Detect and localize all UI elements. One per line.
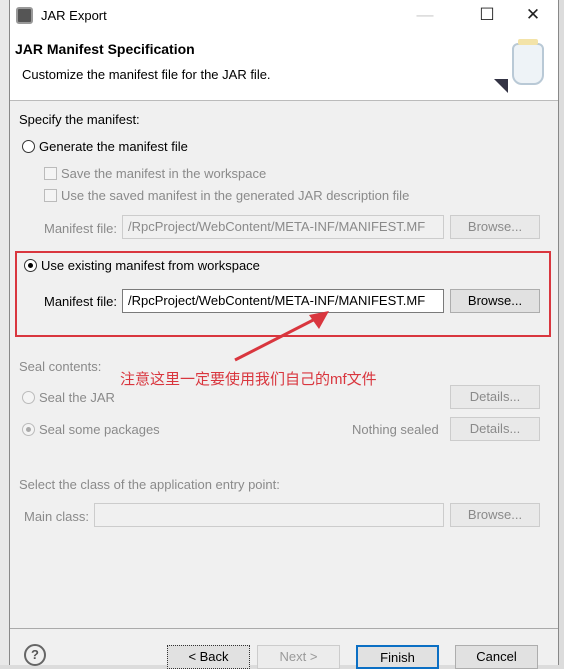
- browse-button[interactable]: Browse...: [450, 215, 540, 239]
- details-button[interactable]: Details...: [450, 385, 540, 409]
- seal-packages-radio[interactable]: Seal some packages: [22, 422, 160, 437]
- radio-label: Use existing manifest from workspace: [41, 258, 260, 273]
- seal-jar-radio[interactable]: Seal the JAR: [22, 390, 115, 405]
- page-title: JAR Manifest Specification: [15, 41, 195, 57]
- radio-icon: [24, 259, 37, 272]
- radio-icon: [22, 423, 35, 436]
- radio-icon: [22, 391, 35, 404]
- annotation-arrow-icon: [234, 311, 329, 362]
- browse-button[interactable]: Browse...: [450, 503, 540, 527]
- checkbox-label: Use the saved manifest in the generated …: [61, 188, 410, 203]
- generate-manifest-radio[interactable]: Generate the manifest file: [22, 139, 188, 154]
- checkbox-label: Save the manifest in the workspace: [61, 166, 267, 181]
- close-button[interactable]: ✕: [518, 5, 548, 25]
- annotation-text: 注意这里一定要使用我们自己的mf文件: [120, 371, 377, 388]
- radio-label: Generate the manifest file: [39, 139, 188, 154]
- back-button[interactable]: < Back: [167, 645, 250, 669]
- wizard-header: JAR Manifest Specification Customize the…: [10, 31, 558, 101]
- radio-icon: [22, 140, 35, 153]
- next-button[interactable]: Next >: [257, 645, 340, 669]
- footer-divider: [10, 628, 558, 629]
- manifest-file-label: Manifest file:: [44, 294, 117, 309]
- minimize-button[interactable]: —: [410, 5, 440, 25]
- finish-button[interactable]: Finish: [356, 645, 439, 669]
- background-window: [0, 0, 9, 665]
- window-title: JAR Export: [41, 8, 107, 23]
- manifest-file-label: Manifest file:: [44, 221, 117, 236]
- save-manifest-checkbox[interactable]: Save the manifest in the workspace: [44, 166, 266, 181]
- seal-status: Nothing sealed: [352, 422, 439, 437]
- jar-icon: [512, 39, 544, 85]
- maximize-button[interactable]: ☐: [472, 5, 502, 25]
- checkbox-icon: [44, 167, 57, 180]
- banner-triangle-icon: [494, 79, 508, 93]
- eclipse-icon: [16, 7, 33, 24]
- checkbox-icon: [44, 189, 57, 202]
- browse-button[interactable]: Browse...: [450, 289, 540, 313]
- use-existing-manifest-radio[interactable]: Use existing manifest from workspace: [24, 258, 260, 273]
- entry-point-label: Select the class of the application entr…: [19, 477, 280, 492]
- use-saved-manifest-checkbox[interactable]: Use the saved manifest in the generated …: [44, 188, 409, 203]
- specify-label: Specify the manifest:: [19, 112, 140, 127]
- cancel-button[interactable]: Cancel: [455, 645, 538, 669]
- radio-label: Seal some packages: [39, 422, 160, 437]
- radio-label: Seal the JAR: [39, 390, 115, 405]
- title-bar: JAR Export — ☐ ✕: [10, 0, 558, 31]
- page-description: Customize the manifest file for the JAR …: [22, 67, 271, 82]
- generate-manifest-file-input[interactable]: /RpcProject/WebContent/META-INF/MANIFEST…: [122, 215, 444, 239]
- jar-export-dialog: JAR Export — ☐ ✕ JAR Manifest Specificat…: [9, 0, 559, 669]
- seal-contents-label: Seal contents:: [19, 359, 102, 374]
- details-button[interactable]: Details...: [450, 417, 540, 441]
- main-class-label: Main class:: [24, 509, 90, 524]
- help-icon[interactable]: ?: [24, 644, 46, 666]
- main-class-input[interactable]: [94, 503, 444, 527]
